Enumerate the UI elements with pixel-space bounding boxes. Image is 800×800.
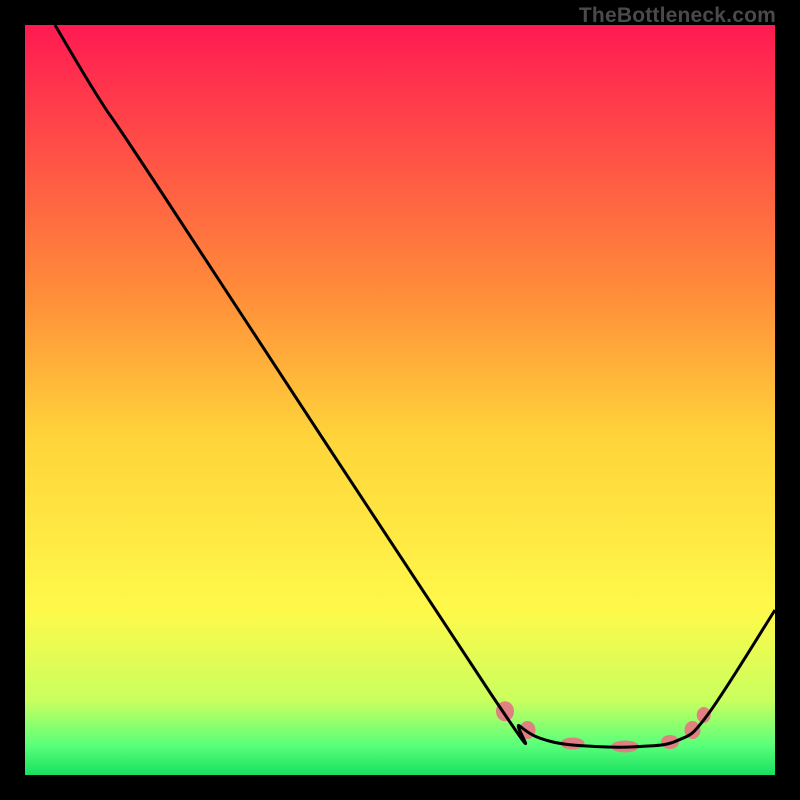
watermark-text: TheBottleneck.com bbox=[579, 4, 776, 28]
chart-background-gradient bbox=[25, 25, 775, 775]
chart-frame: TheBottleneck.com bbox=[0, 0, 800, 800]
chart-svg bbox=[25, 25, 775, 775]
chart-plot-area bbox=[25, 25, 775, 775]
